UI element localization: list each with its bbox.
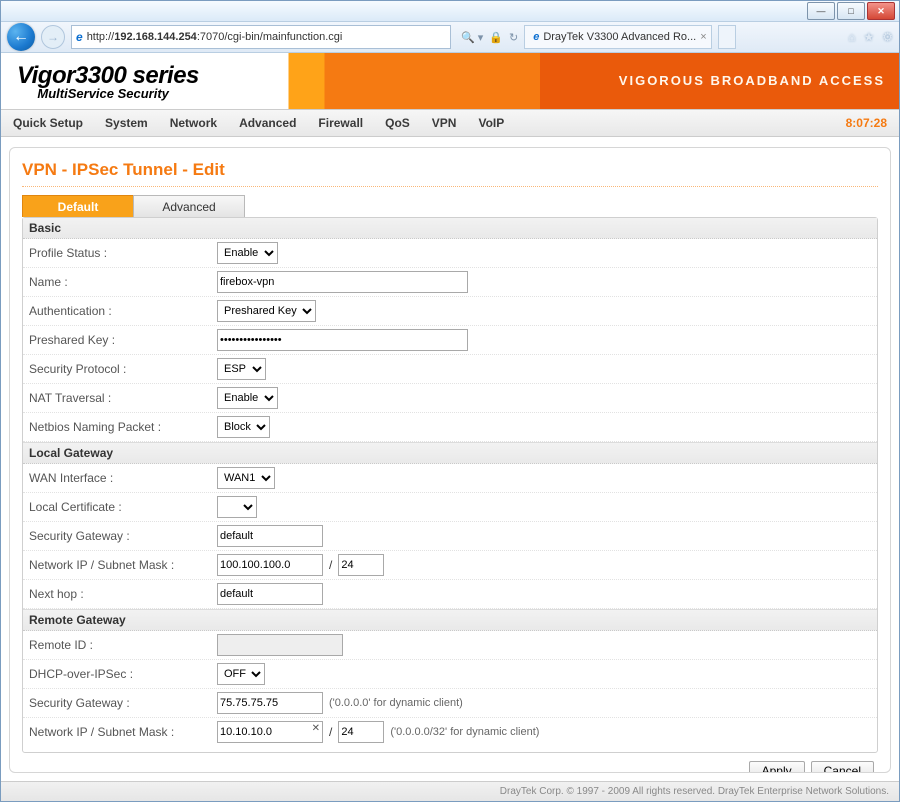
local-subnet-mask-input[interactable] — [338, 554, 384, 576]
back-button[interactable]: ← — [7, 23, 35, 51]
label-remote-network-ip: Network IP / Subnet Mask : — [29, 725, 217, 739]
left-arrow-icon: ← — [13, 28, 29, 46]
label-remote-id: Remote ID : — [29, 638, 217, 652]
next-hop-input[interactable] — [217, 583, 323, 605]
button-bar: Apply Cancel — [22, 753, 878, 773]
label-remote-security-gateway: Security Gateway : — [29, 696, 217, 710]
menu-quick-setup[interactable]: Quick Setup — [13, 116, 83, 130]
menu-system[interactable]: System — [105, 116, 148, 130]
page-title: VPN - IPSec Tunnel - Edit — [22, 160, 878, 180]
window-minimize-button[interactable]: — — [807, 2, 835, 20]
right-arrow-icon: → — [47, 30, 59, 44]
section-basic: Basic — [23, 218, 877, 239]
authentication-select[interactable]: Preshared Key — [217, 300, 316, 322]
remote-id-input — [217, 634, 343, 656]
footer: DrayTek Corp. © 1997 - 2009 All rights r… — [1, 781, 899, 801]
ie-logo-icon: e — [533, 31, 539, 43]
label-local-certificate: Local Certificate : — [29, 500, 217, 514]
menu-voip[interactable]: VoIP — [478, 116, 504, 130]
content-panel: VPN - IPSec Tunnel - Edit Default Advanc… — [9, 147, 891, 773]
favorites-icon[interactable]: ★ — [863, 30, 874, 44]
label-security-protocol: Security Protocol : — [29, 362, 217, 376]
menu-vpn[interactable]: VPN — [432, 116, 457, 130]
local-security-gateway-input[interactable] — [217, 525, 323, 547]
brand-header: Vigor3300 series MultiService Security V… — [1, 53, 899, 109]
main-menu: Quick Setup System Network Advanced Fire… — [1, 109, 899, 137]
label-local-network-ip: Network IP / Subnet Mask : — [29, 558, 217, 572]
search-icon[interactable]: 🔍 ▾ — [461, 31, 483, 44]
address-bar[interactable]: e http:// 192.168.144.254 :7070/cgi-bin/… — [71, 25, 451, 49]
nat-traversal-select[interactable]: Enable — [217, 387, 278, 409]
slash-separator: / — [329, 558, 332, 572]
tab-advanced[interactable]: Advanced — [133, 195, 245, 217]
window-titlebar: — □ ✕ — [1, 1, 899, 21]
ie-logo-icon: e — [76, 30, 83, 44]
browser-navbar: ← → e http:// 192.168.144.254 :7070/cgi-… — [1, 21, 899, 53]
netbios-select[interactable]: Block — [217, 416, 270, 438]
window-close-button[interactable]: ✕ — [867, 2, 895, 20]
menu-advanced[interactable]: Advanced — [239, 116, 296, 130]
label-next-hop: Next hop : — [29, 587, 217, 601]
page: Vigor3300 series MultiService Security V… — [1, 53, 899, 801]
divider — [22, 186, 878, 187]
profile-status-select[interactable]: Enable — [217, 242, 278, 264]
label-preshared-key: Preshared Key : — [29, 333, 217, 347]
label-nat-traversal: NAT Traversal : — [29, 391, 217, 405]
label-name: Name : — [29, 275, 217, 289]
address-bar-controls: 🔍 ▾ 🔒 ↻ — [461, 31, 518, 44]
remote-network-ip-input[interactable] — [217, 721, 323, 743]
preshared-key-input[interactable] — [217, 329, 468, 351]
label-local-security-gateway: Security Gateway : — [29, 529, 217, 543]
slash-separator: / — [329, 725, 332, 739]
close-tab-icon[interactable]: × — [700, 31, 706, 43]
home-icon[interactable]: ⌂ — [848, 30, 855, 44]
config-tabs: Default Advanced — [22, 195, 878, 217]
label-profile-status: Profile Status : — [29, 246, 217, 260]
clock: 8:07:28 — [846, 116, 887, 130]
tab-default[interactable]: Default — [22, 195, 134, 217]
form-area: Basic Profile Status : Enable Name : Aut… — [22, 217, 878, 753]
refresh-icon[interactable]: ↻ — [509, 31, 518, 44]
lock-icon: 🔒 — [489, 31, 503, 44]
menu-network[interactable]: Network — [170, 116, 217, 130]
url-prefix: http:// — [87, 31, 115, 43]
label-authentication: Authentication : — [29, 304, 217, 318]
security-protocol-select[interactable]: ESP — [217, 358, 266, 380]
remote-security-gateway-input[interactable] — [217, 692, 323, 714]
section-local-gateway: Local Gateway — [23, 442, 877, 464]
window-maximize-button[interactable]: □ — [837, 2, 865, 20]
brand-logo: Vigor3300 series MultiService Security — [1, 62, 199, 101]
new-tab-button[interactable] — [718, 25, 736, 49]
url-host: 192.168.144.254 — [114, 31, 197, 43]
clear-input-icon[interactable]: ✕ — [312, 723, 320, 734]
browser-tab[interactable]: e DrayTek V3300 Advanced Ro... × — [524, 25, 712, 49]
wan-interface-select[interactable]: WAN1 — [217, 467, 275, 489]
apply-button[interactable]: Apply — [749, 761, 805, 773]
label-netbios: Netbios Naming Packet : — [29, 420, 217, 434]
remote-network-ip-hint: ('0.0.0.0/32' for dynamic client) — [390, 726, 539, 738]
dhcp-over-ipsec-select[interactable]: OFF — [217, 663, 265, 685]
menu-firewall[interactable]: Firewall — [318, 116, 363, 130]
cancel-button[interactable]: Cancel — [811, 761, 874, 773]
tab-title: DrayTek V3300 Advanced Ro... — [543, 31, 696, 43]
section-remote-gateway: Remote Gateway — [23, 609, 877, 631]
remote-subnet-mask-input[interactable] — [338, 721, 384, 743]
local-network-ip-input[interactable] — [217, 554, 323, 576]
menu-qos[interactable]: QoS — [385, 116, 410, 130]
name-input[interactable] — [217, 271, 468, 293]
label-wan-interface: WAN Interface : — [29, 471, 217, 485]
local-certificate-select[interactable] — [217, 496, 257, 518]
url-path: :7070/cgi-bin/mainfunction.cgi — [197, 31, 343, 43]
label-dhcp-over-ipsec: DHCP-over-IPSec : — [29, 667, 217, 681]
brand-tagline: VIGOROUS BROADBAND ACCESS — [619, 73, 885, 88]
tools-gear-icon[interactable]: ⚙ — [882, 30, 893, 44]
forward-button[interactable]: → — [41, 25, 65, 49]
remote-security-gateway-hint: ('0.0.0.0' for dynamic client) — [329, 697, 463, 709]
